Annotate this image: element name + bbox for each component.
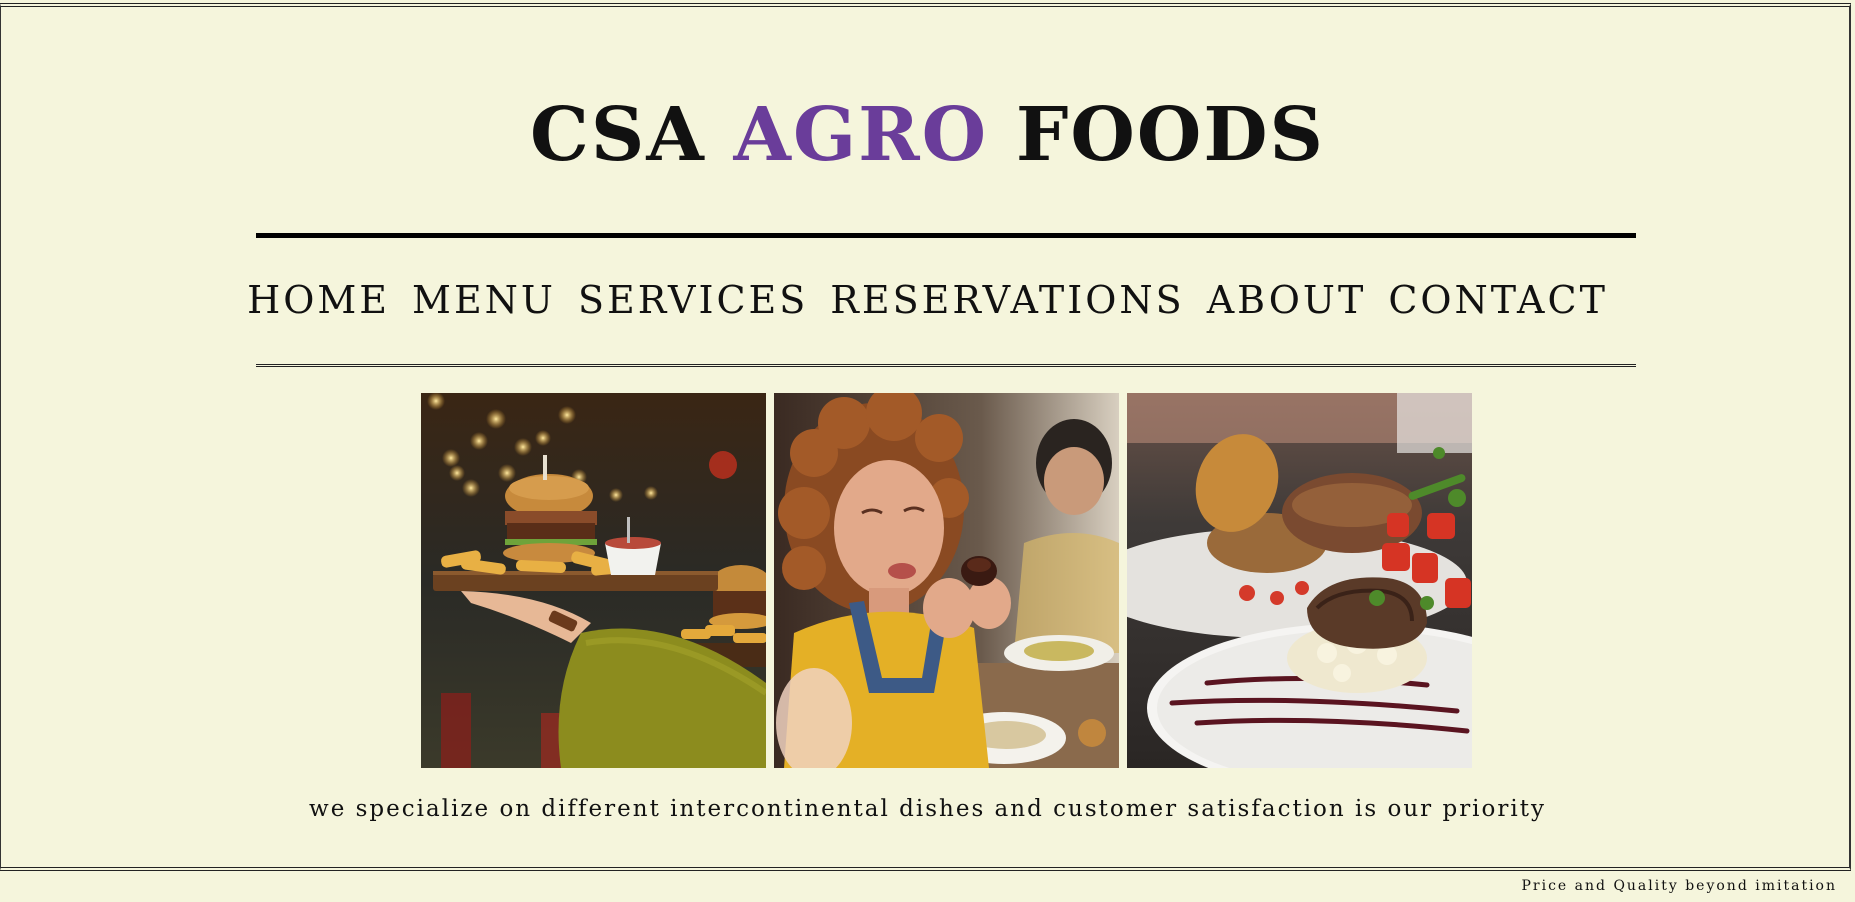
woman-enjoying-dessert-photo — [774, 393, 1119, 768]
site-title: CSA AGRO FOODS — [0, 90, 1855, 180]
title-part-1: CSA — [530, 92, 706, 178]
plated-steak-dish-photo — [1127, 393, 1472, 768]
main-nav: HOME MENU SERVICES RESERVATIONS ABOUT CO… — [0, 275, 1855, 325]
header-divider — [256, 233, 1636, 238]
nav-home[interactable]: HOME — [247, 275, 390, 325]
nav-menu[interactable]: MENU — [412, 275, 556, 325]
tagline: we specialize on different intercontinen… — [309, 796, 1546, 822]
nav-services[interactable]: SERVICES — [578, 275, 808, 325]
nav-divider — [256, 364, 1636, 367]
photo-gallery — [421, 393, 1472, 768]
title-accent: AGRO — [733, 92, 989, 178]
burger-and-fries-tray-photo — [421, 393, 766, 768]
nav-contact[interactable]: CONTACT — [1388, 275, 1608, 325]
nav-reservations[interactable]: RESERVATIONS — [830, 275, 1184, 325]
nav-about[interactable]: ABOUT — [1207, 275, 1367, 325]
footer-slogan: Price and Quality beyond imitation — [1521, 878, 1837, 894]
title-part-2: FOODS — [1015, 92, 1325, 178]
